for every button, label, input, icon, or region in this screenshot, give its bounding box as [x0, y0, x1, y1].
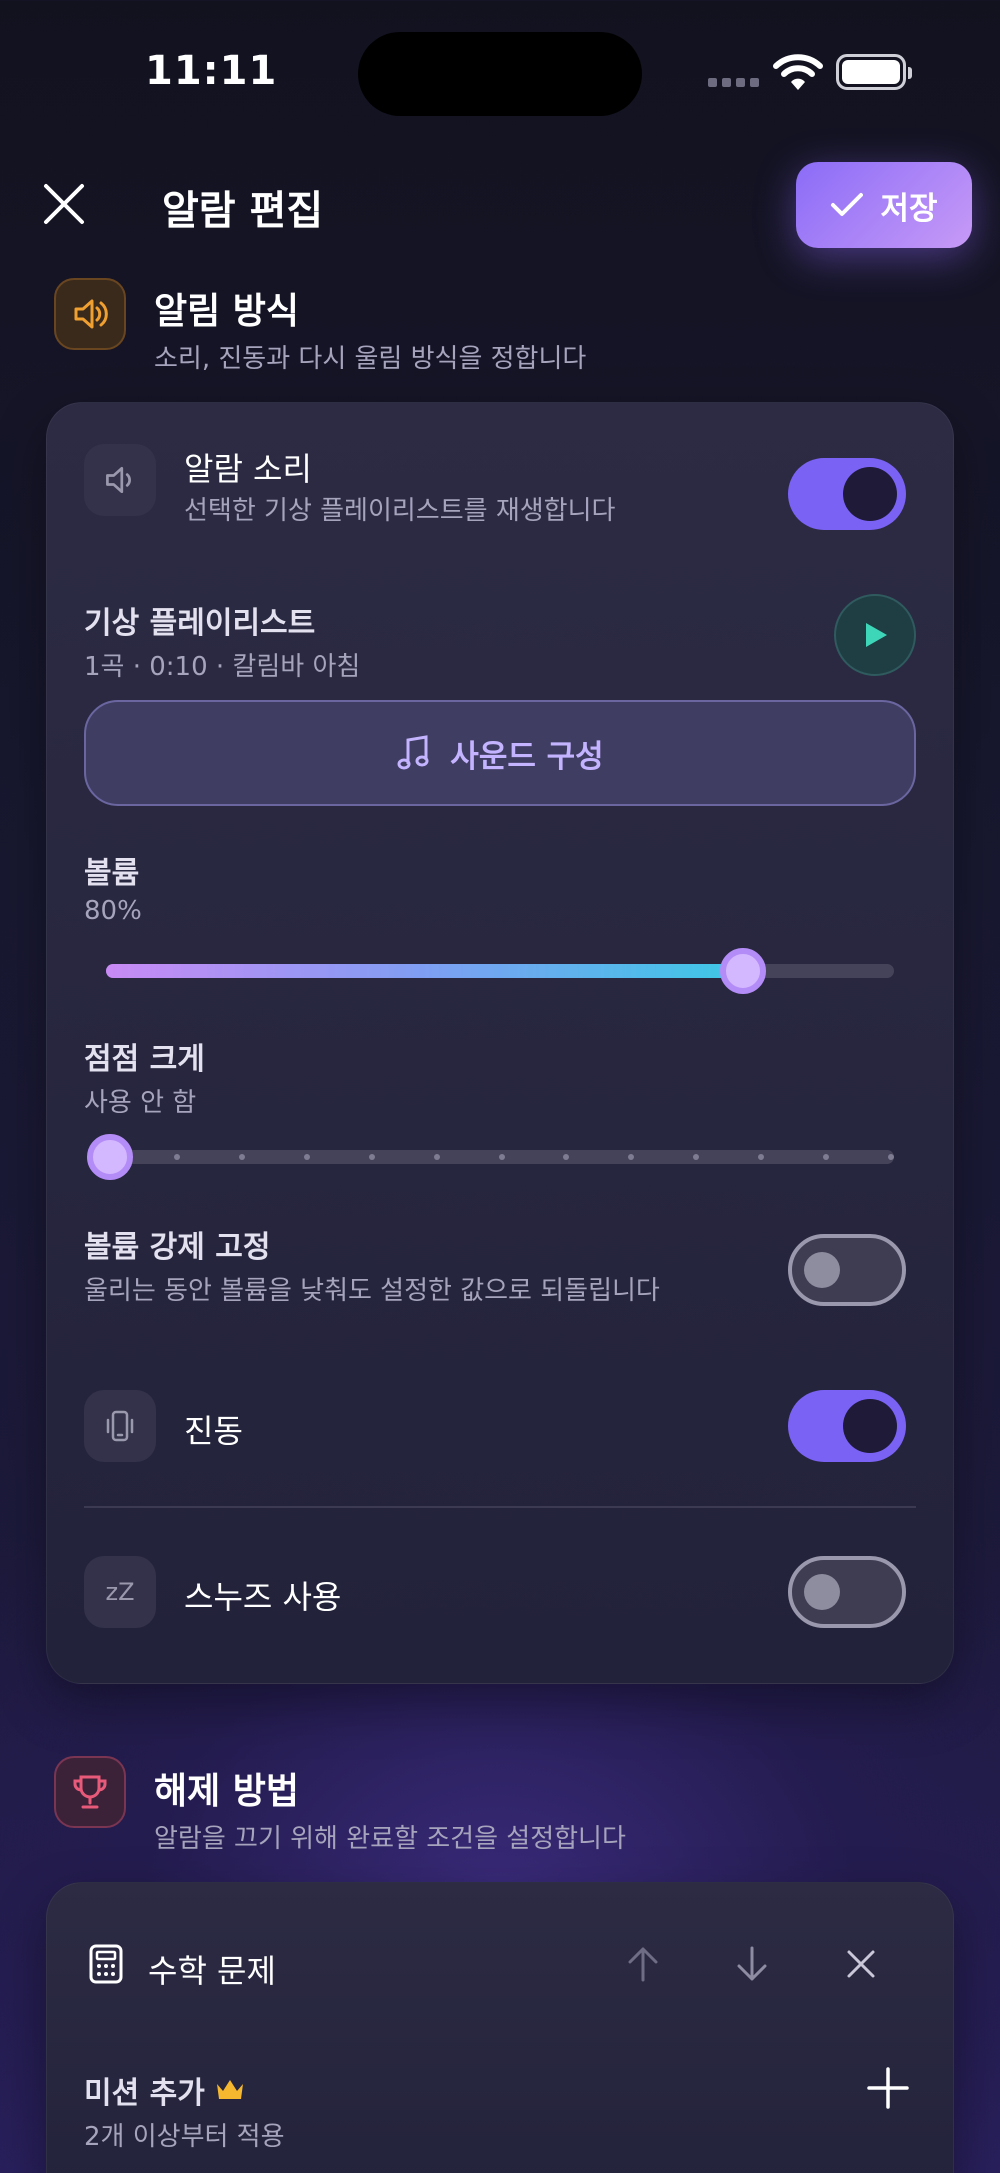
volume-label: 볼륨: [84, 856, 140, 891]
sound-config-button[interactable]: 사운드 구성: [84, 700, 916, 806]
save-button[interactable]: 저장: [796, 162, 972, 248]
calculator-icon: [89, 1944, 123, 1984]
volume-slider[interactable]: [106, 948, 894, 994]
force-volume-title: 볼륨 강제 고정: [84, 1230, 271, 1265]
gradual-step-dot: [174, 1154, 180, 1160]
snooze-title: 스누즈 사용: [184, 1578, 342, 1616]
sound-config-label: 사운드 구성: [450, 738, 604, 775]
gradual-step-dot: [498, 1154, 505, 1160]
gradual-thumb[interactable]: [87, 1134, 133, 1180]
battery-icon: [836, 54, 912, 90]
gradual-step-dot: [368, 1154, 375, 1160]
mission-title: 수학 문제: [148, 1952, 276, 1990]
section-subtitle-alert: 소리, 진동과 다시 울림 방식을 정합니다: [154, 344, 587, 374]
section-title-alert: 알림 방식: [154, 291, 300, 332]
music-note-icon: [397, 735, 429, 770]
arrow-up-icon: [628, 1947, 658, 1982]
volume-fill: [106, 964, 737, 978]
snooze-toggle[interactable]: [788, 1556, 906, 1628]
gradual-step-dot: [887, 1154, 894, 1160]
cellular-signal-icon: [708, 78, 759, 87]
plus-icon: [867, 2067, 909, 2109]
add-mission-button[interactable]: [860, 2060, 916, 2116]
playlist-detail: 1곡 · 0:10 · 칼림바 아침: [84, 652, 361, 682]
snooze-icon-text: zZ: [105, 1578, 135, 1606]
alarm-sound-toggle[interactable]: [788, 458, 906, 530]
speaker-icon: [84, 444, 156, 516]
gradual-step-dot: [303, 1154, 310, 1160]
dynamic-island: [358, 32, 642, 116]
arrow-down-icon: [737, 1946, 767, 1981]
gradual-step-dot: [628, 1154, 635, 1160]
crown-icon: [216, 2080, 243, 2099]
section-title-dismiss: 해제 방법: [154, 1771, 300, 1812]
playlist-title: 기상 플레이리스트: [84, 606, 316, 641]
check-icon: [831, 193, 864, 216]
vibration-title: 진동: [184, 1412, 243, 1450]
remove-mission-button[interactable]: [833, 1936, 889, 1992]
gradual-step-dot: [433, 1154, 440, 1160]
vibration-icon: [84, 1390, 156, 1462]
snooze-icon: zZ: [84, 1556, 156, 1628]
gradual-step-dot: [693, 1154, 700, 1160]
volume-value: 80%: [84, 896, 142, 926]
gradual-steps: [174, 1154, 894, 1160]
close-icon: [847, 1950, 875, 1978]
gradual-label: 점점 크게: [84, 1042, 205, 1077]
gradual-slider[interactable]: [87, 1134, 894, 1180]
wifi-icon: [773, 54, 823, 90]
add-mission-title: 미션 추가: [84, 2068, 245, 2112]
move-up-button[interactable]: [615, 1936, 671, 1992]
play-icon: [866, 623, 887, 647]
alarm-sound-subtitle: 선택한 기상 플레이리스트를 재생합니다: [184, 496, 616, 526]
add-mission-label: 미션 추가: [84, 2076, 205, 2111]
gradual-value: 사용 안 함: [84, 1088, 197, 1118]
gradual-step-dot: [823, 1154, 830, 1160]
page-title: 알람 편집: [162, 188, 324, 234]
gradual-step-dot: [238, 1154, 245, 1160]
move-down-button[interactable]: [724, 1936, 780, 1992]
alarm-sound-title: 알람 소리: [184, 450, 312, 488]
gradual-step-dot: [563, 1154, 570, 1160]
force-volume-subtitle: 울리는 동안 볼륨을 낮춰도 설정한 값으로 되돌립니다: [84, 1276, 660, 1306]
add-mission-subtitle: 2개 이상부터 적용: [84, 2122, 285, 2152]
section-subtitle-dismiss: 알람을 끄기 위해 완료할 조건을 설정합니다: [154, 1824, 626, 1854]
close-button[interactable]: [40, 180, 88, 228]
divider: [84, 1506, 916, 1508]
vibration-toggle[interactable]: [788, 1390, 906, 1462]
save-label: 저장: [880, 190, 938, 227]
status-time: 11:11: [145, 48, 278, 94]
speaker-icon: [54, 278, 126, 350]
force-volume-toggle[interactable]: [788, 1234, 906, 1306]
trophy-icon: [54, 1756, 126, 1828]
gradual-step-dot: [758, 1154, 765, 1160]
play-button[interactable]: [834, 594, 916, 676]
